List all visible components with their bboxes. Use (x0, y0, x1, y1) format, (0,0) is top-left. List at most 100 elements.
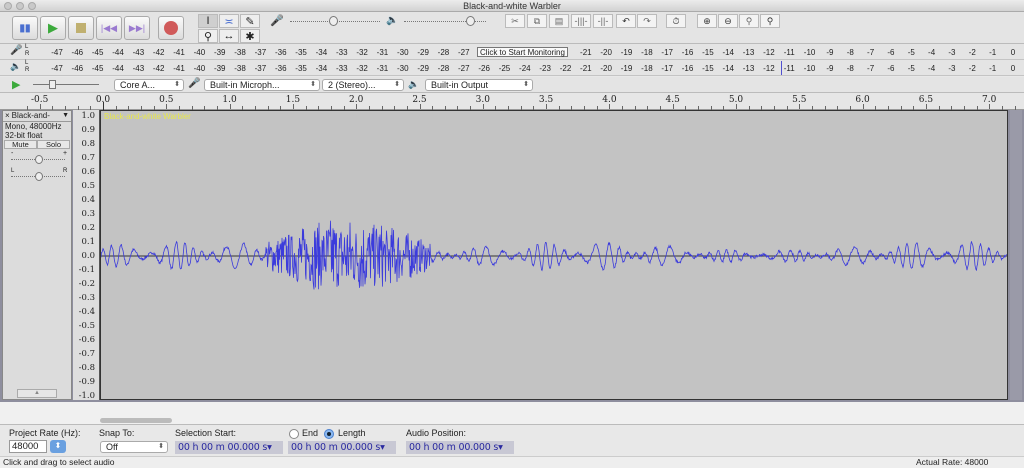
meter-tick-label: -2 (968, 64, 976, 73)
redo-icon: ↷ (643, 15, 651, 26)
stop-button[interactable] (68, 16, 94, 40)
input-channels-select[interactable]: 2 (Stereo)... ⬍ (322, 79, 404, 91)
fit-project-button[interactable]: ⚲ (760, 14, 780, 28)
close-track-icon[interactable]: × (3, 111, 12, 120)
close-window-button[interactable] (4, 2, 12, 10)
gain-plus-label: + (63, 150, 68, 157)
undo-button[interactable]: ↶ (616, 14, 636, 28)
selection-tool[interactable]: I (198, 14, 218, 28)
project-rate-dropdown[interactable]: ⬍ (50, 440, 66, 453)
meter-tick-label: -31 (376, 64, 389, 73)
track-name[interactable]: Black-and- (12, 111, 50, 120)
output-volume-thumb[interactable] (466, 16, 475, 26)
collapse-track-button[interactable]: ▲ (17, 389, 57, 398)
length-radio[interactable] (324, 429, 334, 439)
fit-selection-icon: ⚲ (745, 15, 753, 26)
vertical-scrollbar[interactable] (1010, 110, 1022, 400)
input-device-select[interactable]: Built-in Microph... ⬍ (204, 79, 320, 91)
meter-tick-label: -19 (620, 64, 633, 73)
zoom-out-button[interactable]: ⊖ (718, 14, 738, 28)
meter-tick-label: -28 (437, 64, 450, 73)
zoom-window-button[interactable] (28, 2, 36, 10)
paste-button[interactable]: ▤ (549, 14, 569, 28)
minimize-window-button[interactable] (16, 2, 24, 10)
play-speed-thumb[interactable] (49, 80, 56, 89)
meter-tick-label: -24 (519, 64, 531, 73)
meter-tick-label: -3 (948, 64, 956, 73)
selection-length-time[interactable]: 00 h 00 m 00.000 s▾ (288, 441, 396, 454)
zoom-in-button[interactable]: ⊕ (697, 14, 717, 28)
meter-tick-label: -2 (968, 48, 976, 57)
fit-project-icon: ⚲ (766, 15, 774, 26)
play-at-speed-icon[interactable]: ▶ (12, 78, 20, 91)
audio-host-select[interactable]: Core A... ⬍ (114, 79, 184, 91)
selection-start-time[interactable]: 00 h 00 m 00.000 s▾ (175, 441, 283, 454)
meter-tick-label: -15 (702, 64, 714, 73)
envelope-icon: ≍ (224, 15, 234, 28)
redo-button[interactable]: ↷ (637, 14, 657, 28)
amplitude-tick-label: -0.1 (78, 265, 95, 275)
input-volume-thumb[interactable] (329, 16, 338, 26)
play-speed-slider[interactable] (33, 84, 99, 85)
meter-tick-label: -12 (763, 64, 775, 73)
gain-thumb[interactable] (35, 155, 43, 164)
meter-tick-label: -45 (91, 48, 104, 57)
project-rate-input[interactable]: 48000 (9, 440, 47, 453)
pause-button[interactable]: ▮▮ (12, 16, 38, 40)
amplitude-tick-label: -0.6 (78, 335, 95, 345)
select-arrows-icon: ⬍ (310, 81, 316, 88)
meter-tick-label: -40 (193, 64, 206, 73)
zoom-tool[interactable]: ⚲ (198, 29, 218, 43)
solo-button[interactable]: Solo (37, 140, 70, 149)
skip-end-icon: ▶▶| (128, 22, 146, 33)
end-radio[interactable] (289, 429, 299, 439)
ruler-tick (356, 104, 358, 109)
start-monitoring-button[interactable]: Click to Start Monitoring (477, 47, 568, 57)
record-meter-microphone-icon: 🎤 (10, 45, 23, 56)
draw-tool[interactable]: ✎ (240, 14, 260, 28)
multi-tool[interactable]: ✱ (240, 29, 260, 43)
amplitude-tick-label: 0.1 (81, 237, 95, 247)
meter-tick-label: -12 (763, 48, 775, 57)
audio-position-time[interactable]: 00 h 00 m 00.000 s▾ (406, 441, 514, 454)
amplitude-tick-label: 0.9 (81, 125, 95, 135)
amplitude-tick-label: 0.8 (81, 139, 95, 149)
sync-lock-button[interactable]: ⏱ (666, 14, 686, 28)
snap-to-select[interactable]: Off ⬍ (100, 441, 168, 453)
mute-button[interactable]: Mute (4, 140, 37, 149)
meter-tick-label: -43 (132, 64, 145, 73)
actual-rate: Actual Rate: 48000 (916, 457, 989, 467)
record-meter[interactable]: 🎤 L R -47 -46 -45 -44 -43 -42 -41 -40 -39 -38 -37-… (0, 44, 1024, 60)
trim-button[interactable]: -|||- (571, 14, 591, 28)
timeline-ruler[interactable]: -0.5 0.0 0.5 1.0 1.5 2.0 2.5 3.0 3.5 4.0 4.5 5.0 5.5… (0, 93, 1024, 111)
waveform (101, 220, 1007, 290)
cut-button[interactable]: ✂ (505, 14, 525, 28)
skip-to-end-button[interactable]: ▶▶| (124, 16, 150, 40)
skip-to-start-button[interactable]: |◀◀ (96, 16, 122, 40)
record-button[interactable] (158, 16, 184, 40)
amplitude-tick-label: 0.2 (81, 223, 95, 233)
audio-position-label: Audio Position: (406, 428, 467, 438)
play-button[interactable]: ▶ (40, 16, 66, 40)
pan-right-label: R (63, 168, 68, 174)
output-device-select[interactable]: Built-in Output ⬍ (425, 79, 533, 91)
scissors-icon: ✂ (511, 15, 519, 26)
silence-button[interactable]: -||- (593, 14, 613, 28)
playback-meter[interactable]: 🔈 L R -47 -46 -45 -44 -43 -42 -41 -40 -39 -38 -37-… (0, 60, 1024, 76)
pause-icon: ▮▮ (19, 22, 31, 34)
track-menu[interactable]: × Black-and- ▼ (3, 111, 71, 122)
ruler-tick (292, 104, 294, 109)
horizontal-scrollbar-thumb[interactable] (100, 418, 172, 423)
meter-tick-label: -3 (948, 48, 956, 57)
meter-tick-label: -4 (928, 64, 936, 73)
envelope-tool[interactable]: ≍ (219, 14, 239, 28)
pan-thumb[interactable] (35, 172, 43, 181)
fit-selection-button[interactable]: ⚲ (739, 14, 759, 28)
zoom-out-icon: ⊖ (724, 15, 732, 26)
asterisk-icon: ✱ (245, 30, 255, 43)
channel-r-label: R (25, 67, 30, 73)
meter-tick-label: -8 (846, 48, 854, 57)
copy-button[interactable]: ⧉ (527, 14, 547, 28)
time-shift-tool[interactable]: ↔ (219, 29, 239, 43)
waveform-view[interactable]: Black-and-white Warbler (100, 110, 1008, 400)
